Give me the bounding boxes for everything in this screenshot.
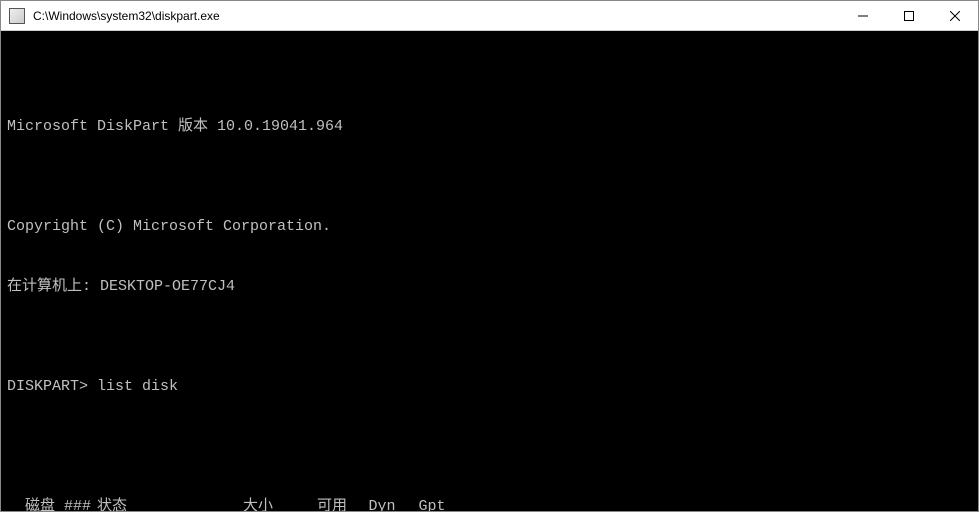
maximize-button[interactable] — [886, 1, 932, 30]
copyright-line: Copyright (C) Microsoft Corporation. — [7, 217, 976, 237]
terminal-area[interactable]: Microsoft DiskPart 版本 10.0.19041.964 Cop… — [1, 31, 978, 511]
col-header-dyn: Dyn — [357, 497, 407, 511]
col-header-disk: 磁盘 ### — [7, 497, 97, 511]
col-header-size: 大小 — [207, 497, 287, 511]
prompt-line-1: DISKPART> list disk — [7, 377, 976, 397]
window-title: C:\Windows\system32\diskpart.exe — [31, 9, 840, 23]
version-line: Microsoft DiskPart 版本 10.0.19041.964 — [7, 117, 976, 137]
computer-line: 在计算机上: DESKTOP-OE77CJ4 — [7, 277, 976, 297]
col-header-gpt: Gpt — [407, 497, 457, 511]
table-header: 磁盘 ### 状态 大小 可用 Dyn Gpt — [7, 497, 976, 511]
window-icon — [9, 8, 25, 24]
prompt-text: DISKPART> — [7, 378, 97, 395]
close-button[interactable] — [932, 1, 978, 30]
window-controls — [840, 1, 978, 30]
col-header-free: 可用 — [287, 497, 357, 511]
window-titlebar: C:\Windows\system32\diskpart.exe — [1, 1, 978, 31]
command-text: list disk — [97, 378, 178, 395]
col-header-state: 状态 — [97, 497, 207, 511]
minimize-button[interactable] — [840, 1, 886, 30]
